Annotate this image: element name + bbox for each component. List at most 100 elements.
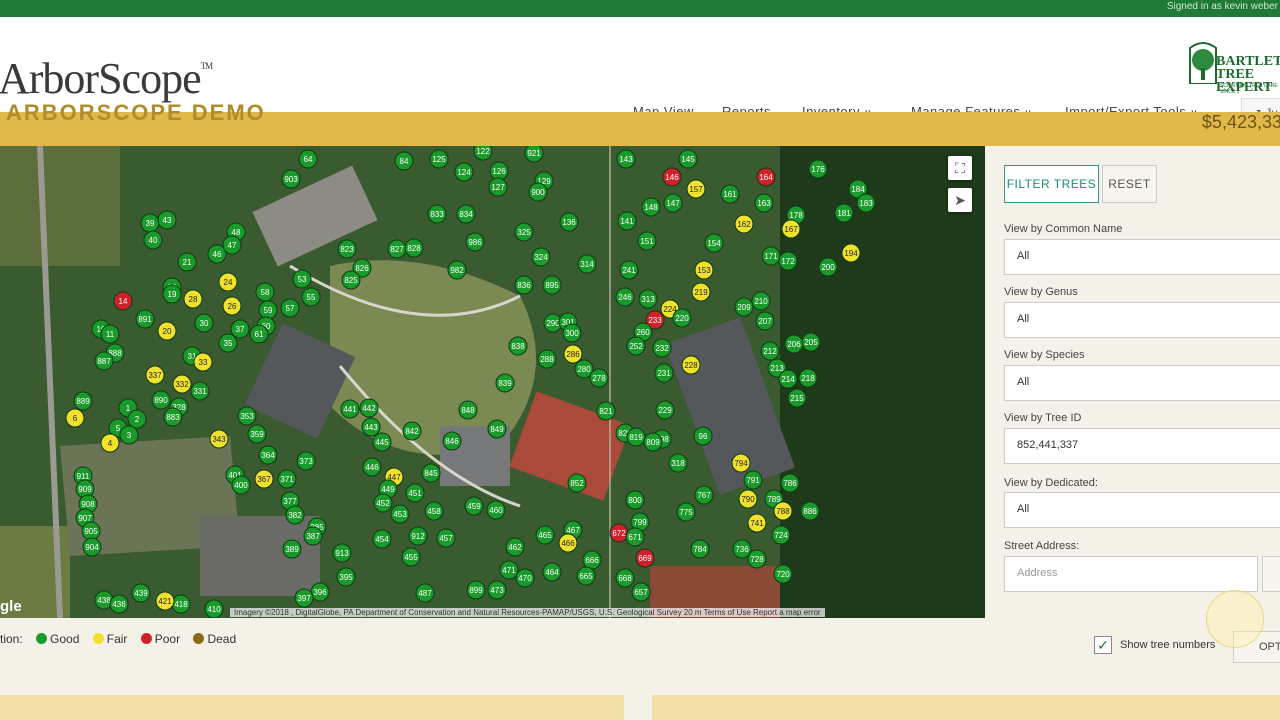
tree-marker[interactable]: 136 [559, 212, 579, 232]
tree-marker[interactable]: 313 [638, 289, 658, 309]
tree-marker[interactable]: 157 [686, 179, 706, 199]
tree-marker[interactable]: 2 [127, 409, 147, 429]
tree-marker[interactable]: 891 [135, 309, 155, 329]
tree-marker[interactable]: 286 [563, 344, 583, 364]
tree-marker[interactable]: 278 [589, 368, 609, 388]
tree-marker[interactable]: 441 [340, 399, 360, 419]
tree-marker[interactable]: 47 [222, 235, 242, 255]
tree-marker[interactable]: 443 [361, 417, 381, 437]
tree-marker[interactable]: 205 [801, 332, 821, 352]
tree-marker[interactable]: 728 [747, 549, 767, 569]
tree-marker[interactable]: 125 [429, 149, 449, 169]
tree-marker[interactable]: 241 [619, 260, 639, 280]
tree-marker[interactable]: 883 [163, 407, 183, 427]
tree-marker[interactable]: 58 [255, 282, 275, 302]
tree-marker[interactable]: 124 [454, 162, 474, 182]
tree-marker[interactable]: 819 [626, 427, 646, 447]
tree-marker[interactable]: 324 [531, 247, 551, 267]
tree-marker[interactable]: 57 [280, 298, 300, 318]
species-select[interactable]: All [1004, 365, 1280, 401]
common-name-select[interactable]: All [1004, 239, 1280, 275]
tree-marker[interactable]: 741 [747, 513, 767, 533]
tree-marker[interactable]: 163 [754, 193, 774, 213]
tree-marker[interactable]: 148 [641, 197, 661, 217]
tree-marker[interactable]: 215 [787, 388, 807, 408]
tree-marker[interactable]: 96 [693, 426, 713, 446]
tree-marker[interactable]: 164 [756, 167, 776, 187]
tree-marker[interactable]: 64 [298, 149, 318, 169]
tree-marker[interactable]: 462 [505, 537, 525, 557]
tree-marker[interactable]: 833 [427, 204, 447, 224]
tree-marker[interactable]: 231 [654, 363, 674, 383]
tree-marker[interactable]: 487 [415, 583, 435, 603]
tree-marker[interactable]: 788 [773, 501, 793, 521]
tree-marker[interactable]: 84 [394, 151, 414, 171]
tree-marker[interactable]: 61 [249, 324, 269, 344]
tree-marker[interactable]: 418 [171, 594, 191, 614]
tree-marker[interactable]: 24 [218, 272, 238, 292]
tree-marker[interactable]: 232 [652, 338, 672, 358]
tree-marker[interactable]: 657 [631, 582, 651, 602]
tree-marker[interactable]: 889 [73, 391, 93, 411]
tree-marker[interactable]: 171 [761, 246, 781, 266]
tree-marker[interactable]: 903 [281, 169, 301, 189]
filter-trees-button[interactable]: FILTER TREES [1004, 165, 1099, 203]
tree-marker[interactable]: 21 [177, 252, 197, 272]
tree-marker[interactable]: 890 [151, 390, 171, 410]
tree-marker[interactable]: 767 [694, 485, 714, 505]
tree-marker[interactable]: 207 [755, 311, 775, 331]
fullscreen-button[interactable]: ⛶ [948, 156, 972, 180]
tree-marker[interactable]: 397 [294, 588, 314, 608]
tree-marker[interactable]: 458 [424, 501, 444, 521]
tree-marker[interactable]: 905 [81, 521, 101, 541]
tree-marker[interactable]: 436 [109, 594, 129, 614]
tree-marker[interactable]: 454 [372, 529, 392, 549]
tree-marker[interactable]: 141 [617, 211, 637, 231]
tree-marker[interactable]: 790 [738, 489, 758, 509]
genus-select[interactable]: All [1004, 302, 1280, 338]
tree-marker[interactable]: 228 [681, 355, 701, 375]
reset-button[interactable]: RESET [1102, 165, 1157, 203]
tree-marker[interactable]: 912 [408, 526, 428, 546]
tree-marker[interactable]: 900 [528, 182, 548, 202]
tree-marker[interactable]: 353 [237, 406, 257, 426]
tree-marker[interactable]: 460 [486, 500, 506, 520]
tree-marker[interactable]: 396 [310, 582, 330, 602]
tree-marker[interactable]: 28 [183, 289, 203, 309]
tree-marker[interactable]: 421 [155, 591, 175, 611]
tree-marker[interactable]: 445 [372, 432, 392, 452]
tree-marker[interactable]: 823 [337, 239, 357, 259]
address-search-button[interactable] [1262, 556, 1280, 592]
tree-marker[interactable]: 387 [303, 526, 323, 546]
tree-marker[interactable]: 382 [285, 505, 305, 525]
tree-marker[interactable]: 162 [734, 214, 754, 234]
tree-marker[interactable]: 895 [542, 275, 562, 295]
tree-marker[interactable]: 343 [209, 429, 229, 449]
tree-marker[interactable]: 921 [524, 146, 544, 163]
tree-marker[interactable]: 455 [401, 547, 421, 567]
tree-marker[interactable]: 852 [567, 473, 587, 493]
tree-marker[interactable]: 219 [691, 282, 711, 302]
tree-marker[interactable]: 300 [562, 323, 582, 343]
tree-marker[interactable]: 59 [258, 300, 278, 320]
checkbox-checked-icon[interactable]: ✓ [1094, 636, 1112, 654]
tree-marker[interactable]: 838 [508, 336, 528, 356]
tree-marker[interactable]: 55 [301, 287, 321, 307]
tree-marker[interactable]: 30 [194, 313, 214, 333]
tree-marker[interactable]: 400 [231, 475, 251, 495]
tree-marker[interactable]: 176 [808, 159, 828, 179]
tree-marker[interactable]: 439 [131, 583, 151, 603]
tree-marker[interactable]: 359 [247, 424, 267, 444]
tree-marker[interactable]: 145 [678, 149, 698, 169]
tree-marker[interactable]: 982 [447, 260, 467, 280]
tree-marker[interactable]: 786 [780, 473, 800, 493]
tree-marker[interactable]: 19 [162, 284, 182, 304]
tree-marker[interactable]: 331 [190, 381, 210, 401]
tree-marker[interactable]: 913 [332, 543, 352, 563]
tree-id-input[interactable]: 852,441,337 [1004, 428, 1280, 464]
tree-marker[interactable]: 6 [65, 408, 85, 428]
tree-marker[interactable]: 288 [537, 349, 557, 369]
tree-marker[interactable]: 209 [734, 297, 754, 317]
tree-marker[interactable]: 53 [292, 269, 312, 289]
tree-marker[interactable]: 836 [514, 275, 534, 295]
